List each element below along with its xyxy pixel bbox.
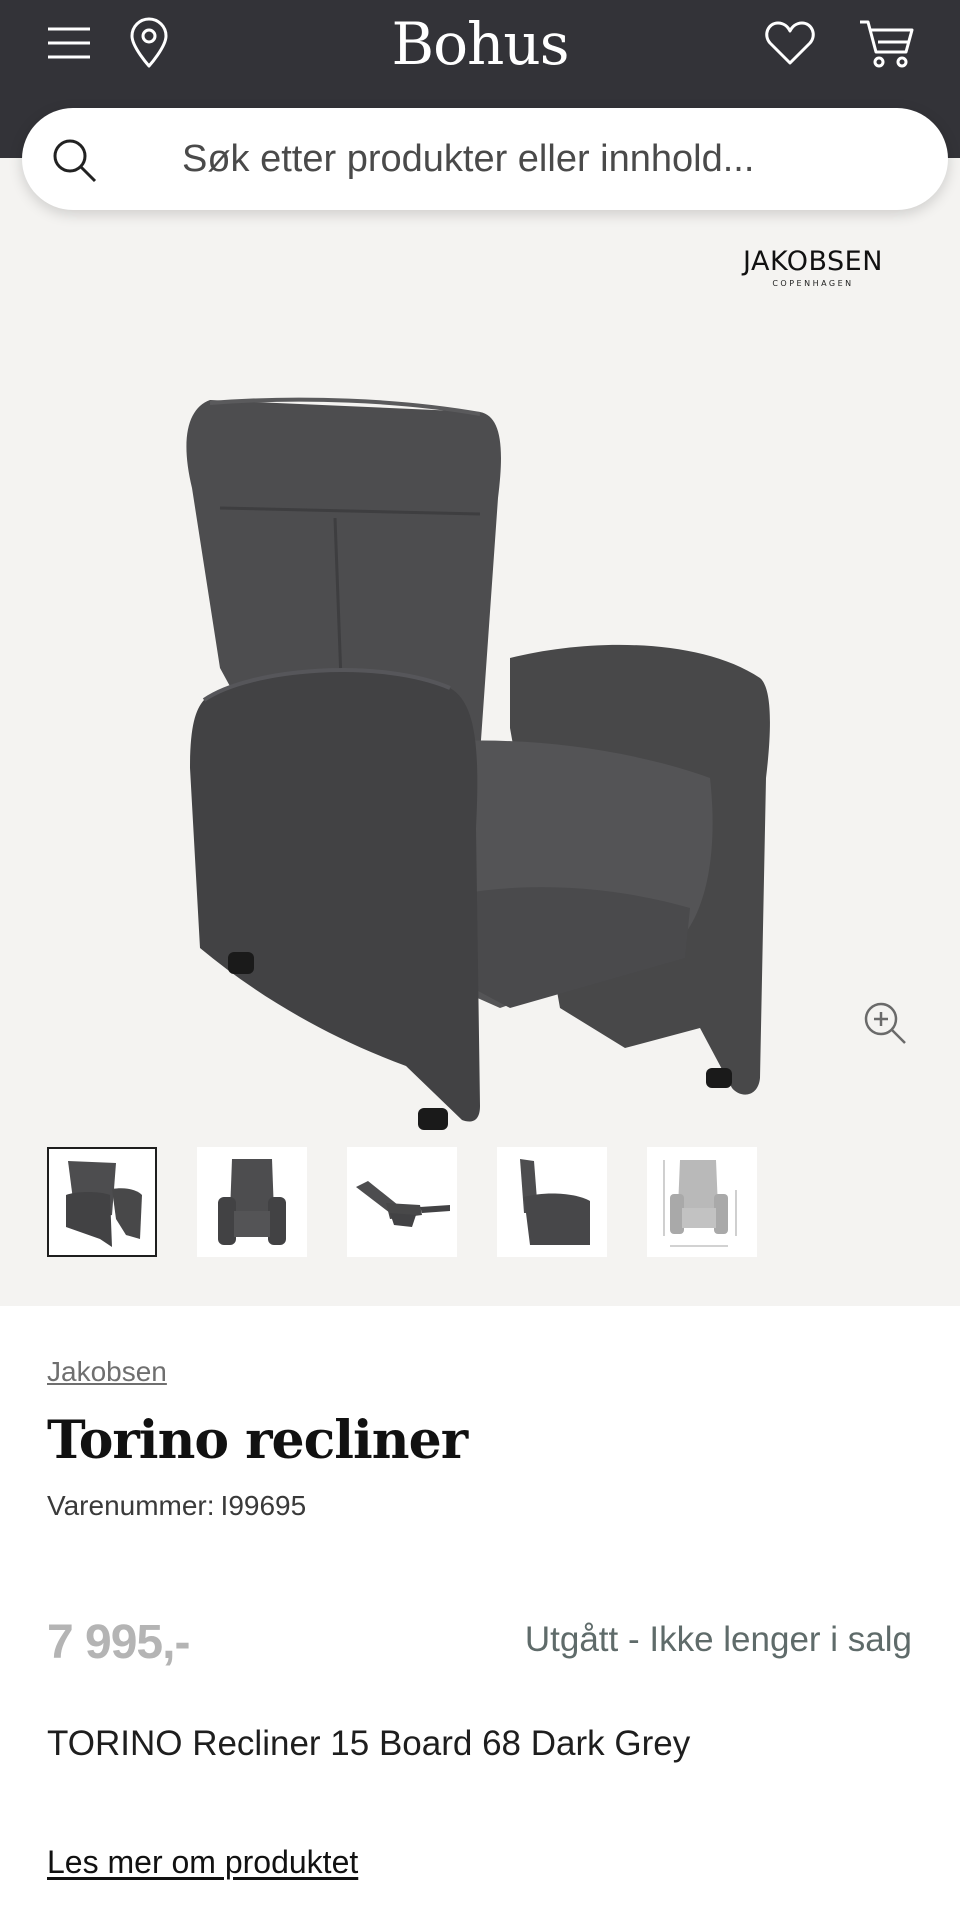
heart-icon: [765, 21, 815, 65]
chair-dimensions-thumbnail: [663, 1160, 737, 1247]
brand-link[interactable]: Jakobsen: [47, 1356, 167, 1388]
product-description: TORINO Recliner 15 Board 68 Dark Grey: [47, 1724, 691, 1763]
menu-icon: [48, 27, 90, 59]
price: 7 995,-: [47, 1616, 190, 1669]
sku-label: Varenummer:: [47, 1490, 215, 1521]
product-main-image[interactable]: [180, 308, 780, 1168]
chair-side-thumbnail: [520, 1159, 590, 1245]
thumbnail-5[interactable]: [647, 1147, 757, 1257]
brand-logo: JAKOBSEN COPENHAGEN: [730, 246, 896, 296]
chair-front-thumbnail: [218, 1159, 286, 1245]
thumbnail-3[interactable]: [347, 1147, 457, 1257]
cart-button[interactable]: [856, 14, 918, 72]
search-bar[interactable]: [22, 108, 948, 210]
brand-logo-subtext: COPENHAGEN: [772, 279, 854, 288]
zoom-in-icon[interactable]: [862, 1000, 908, 1046]
cart-icon: [860, 20, 914, 68]
thumbnail-2[interactable]: [197, 1147, 307, 1257]
search-icon[interactable]: [50, 136, 98, 184]
thumbnail-1[interactable]: [47, 1147, 157, 1257]
brand-logo-text: JAKOBSEN: [743, 246, 883, 277]
favorites-button[interactable]: [762, 16, 818, 70]
chair-front-angle-thumbnail: [66, 1161, 142, 1247]
availability-status: Utgått - Ikke lenger i salg: [524, 1620, 912, 1659]
search-input[interactable]: [182, 130, 902, 188]
bohus-logo[interactable]: Bohus: [330, 6, 630, 82]
chair-reclined-thumbnail: [356, 1181, 450, 1227]
thumbnail-4[interactable]: [497, 1147, 607, 1257]
read-more-link[interactable]: Les mer om produktet: [47, 1844, 358, 1881]
location-pin-icon: [130, 17, 168, 68]
menu-button[interactable]: [44, 18, 94, 68]
store-locator-button[interactable]: [124, 16, 174, 70]
sku-line: Varenummer: I99695: [47, 1490, 306, 1522]
sku-value: I99695: [220, 1490, 307, 1521]
product-gallery: JAKOBSEN COPENHAGEN: [0, 158, 960, 1306]
product-title: Torino recliner: [47, 1410, 468, 1471]
